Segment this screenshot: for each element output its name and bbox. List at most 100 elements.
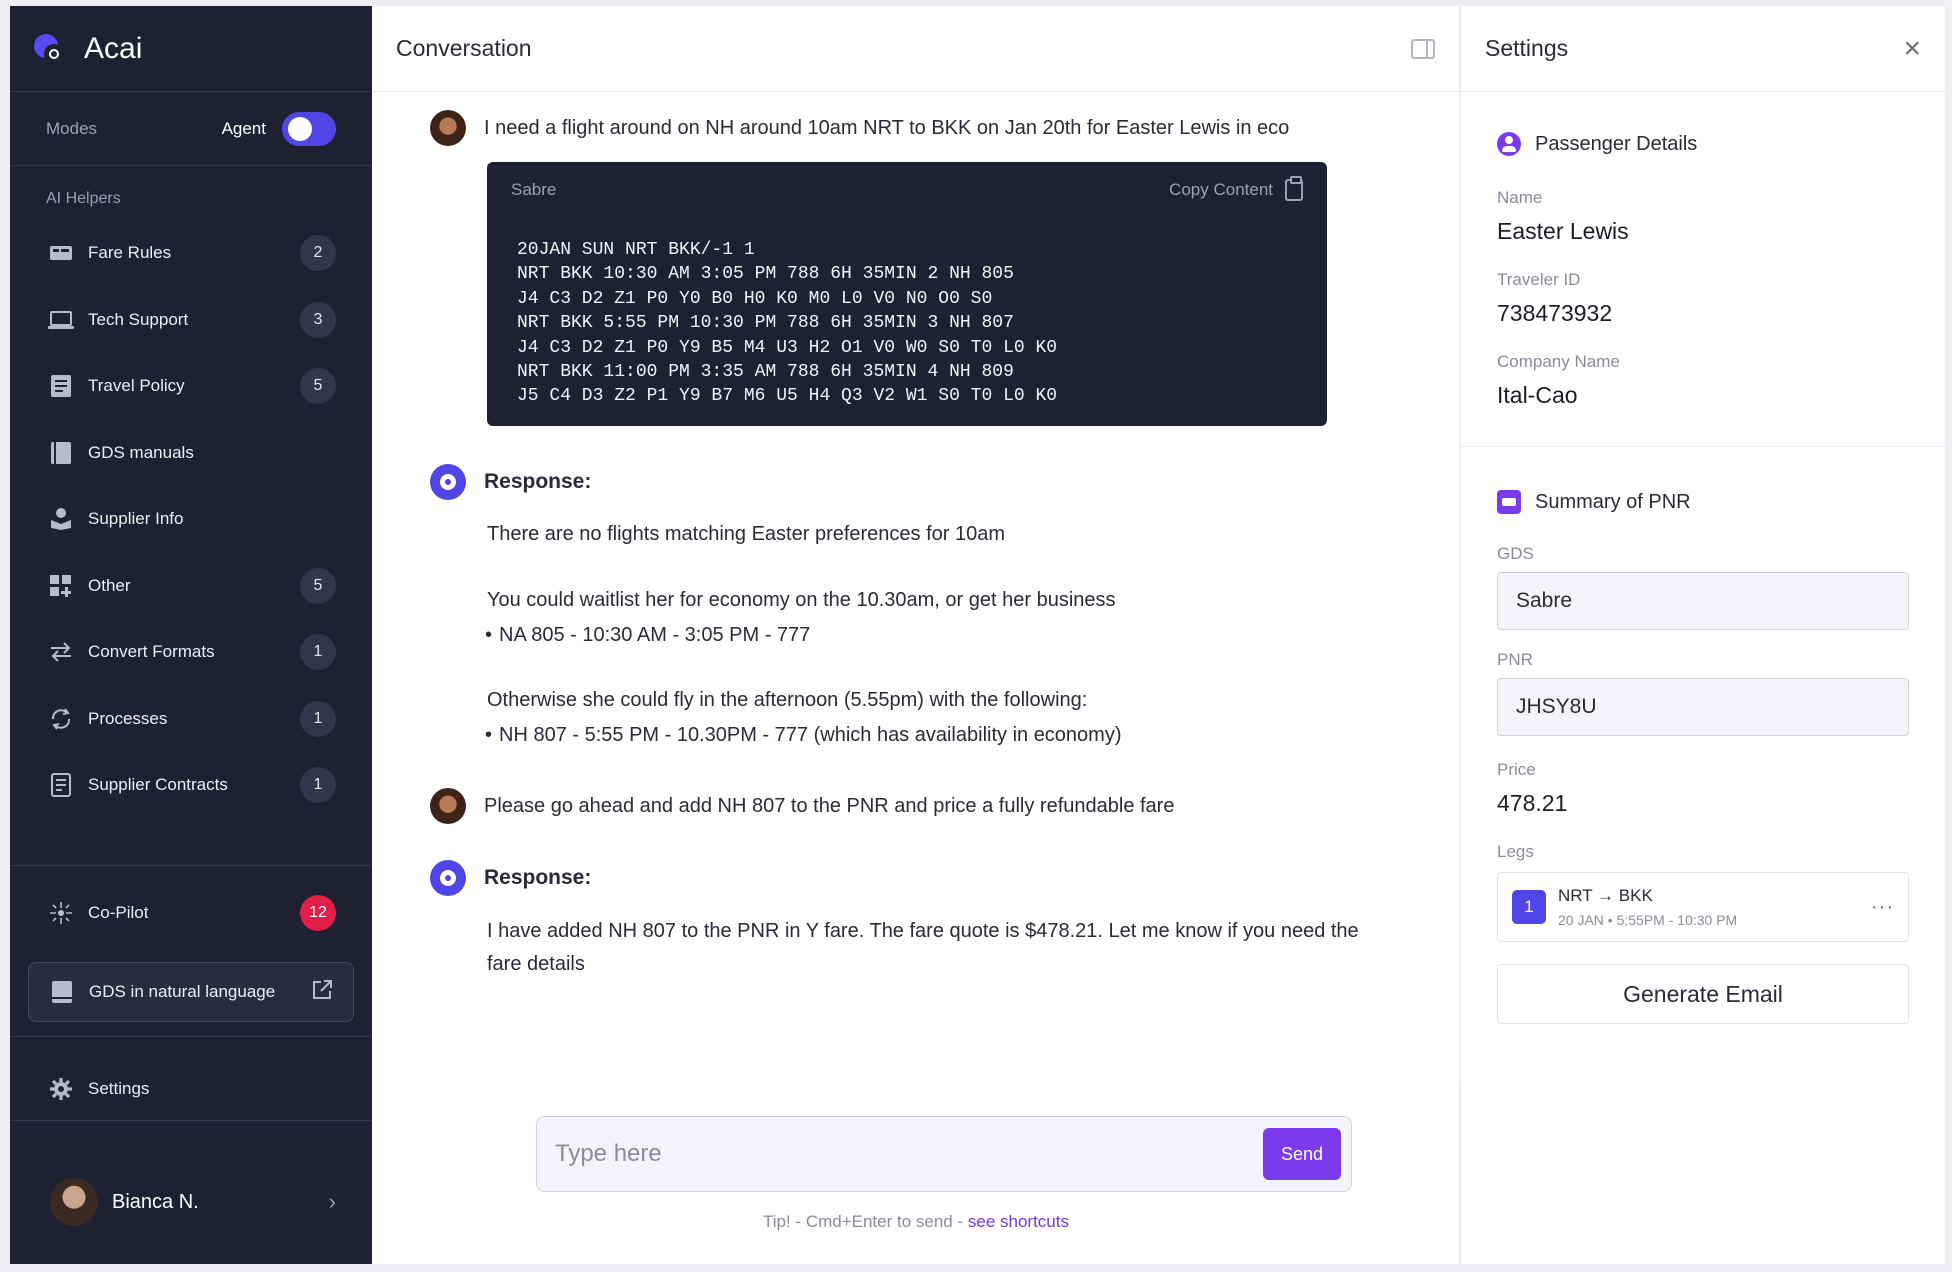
toggle-knob xyxy=(288,116,312,141)
laptop-icon xyxy=(48,307,74,333)
divider xyxy=(10,1120,372,1121)
code-line: J5 C4 D3 Z2 P1 Y9 B7 M6 U5 H4 Q3 V2 W1 S… xyxy=(517,386,1058,407)
user-name: Bianca N. xyxy=(112,1190,199,1213)
chevron-right-icon: › xyxy=(328,1189,336,1214)
copilot-count-badge: 12 xyxy=(300,895,336,931)
copy-content-button[interactable]: Copy Content xyxy=(1169,180,1273,200)
code-line: NRT BKK 11:00 PM 3:35 AM 788 6H 35MIN 4 … xyxy=(517,362,1014,383)
response-text: fare details xyxy=(487,953,585,975)
supplier-icon xyxy=(48,506,74,532)
code-line: NRT BKK 10:30 AM 3:05 PM 788 6H 35MIN 2 … xyxy=(517,264,1014,285)
section-title: Passenger Details xyxy=(1535,132,1698,155)
count-badge: 3 xyxy=(300,301,336,338)
response-text: There are no flights matching Easter pre… xyxy=(487,523,1006,545)
sidebar-item-label: Supplier Contracts xyxy=(88,775,228,795)
fare-rules-icon xyxy=(48,240,74,266)
passenger-name: Easter Lewis xyxy=(1497,218,1629,244)
sidebar-item-label: Travel Policy xyxy=(88,376,185,396)
sidebar-item-copilot[interactable]: Co-Pilot 12 xyxy=(10,880,372,946)
sidebar-item-label: Fare Rules xyxy=(88,243,172,263)
pnr-value: JHSY8U xyxy=(1516,695,1597,718)
price-label: Price xyxy=(1497,760,1536,779)
cycle-icon xyxy=(48,706,74,732)
leg-number: 1 xyxy=(1512,890,1546,924)
gds-link-label: GDS in natural language xyxy=(89,982,276,1001)
leg-card[interactable]: 1 NRT → BKK 20 JAN • 5:55PM - 10:30 PM ·… xyxy=(1497,872,1909,942)
close-icon[interactable]: × xyxy=(1903,33,1921,64)
grid-add-icon xyxy=(48,573,74,599)
assistant-icon xyxy=(430,860,466,896)
company-name: Ital-Cao xyxy=(1497,382,1578,408)
sidebar-item-label: Supplier Info xyxy=(88,509,184,529)
pnr-label: PNR xyxy=(1497,650,1533,669)
code-language: Sabre xyxy=(511,180,557,199)
message-text: Please go ahead and add NH 807 to the PN… xyxy=(484,794,1175,817)
code-block: Sabre Copy Content 20JAN SUN NRT BKK/-1 … xyxy=(487,162,1327,426)
sidebar-item-convert-formats[interactable]: Convert Formats 1 xyxy=(10,619,372,686)
gds-natural-language-button[interactable]: GDS in natural language xyxy=(28,962,354,1022)
leg-route: NRT → BKK xyxy=(1558,886,1653,905)
more-options-icon[interactable]: ··· xyxy=(1871,896,1894,919)
sidebar-item-fare-rules[interactable]: Fare Rules 2 xyxy=(10,220,372,287)
sidebar-item-processes[interactable]: Processes 1 xyxy=(10,686,372,753)
pnr-field[interactable]: JHSY8U xyxy=(1497,678,1909,736)
avatar xyxy=(50,1178,98,1226)
divider xyxy=(10,1036,372,1037)
user-profile[interactable]: Bianca N. › xyxy=(10,1166,372,1238)
generate-email-button[interactable]: Generate Email xyxy=(1497,964,1909,1024)
passenger-details-header: Passenger Details xyxy=(1497,132,1697,156)
external-link-icon xyxy=(311,979,333,1006)
code-line: 20JAN SUN NRT BKK/-1 1 xyxy=(517,240,755,260)
modes-row: Modes Agent xyxy=(10,92,372,166)
sidebar-item-tech-support[interactable]: Tech Support 3 xyxy=(10,287,372,354)
response-bullet: NA 805 - 10:30 AM - 3:05 PM - 777 xyxy=(485,624,810,647)
response-text: Otherwise she could fly in the afternoon… xyxy=(487,689,1088,711)
code-content: 20JAN SUN NRT BKK/-1 1 NRT BKK 10:30 AM 3… xyxy=(487,218,1327,409)
count-badge: 5 xyxy=(300,368,336,405)
leg-info: NRT → BKK 20 JAN • 5:55PM - 10:30 PM xyxy=(1558,886,1871,928)
divider xyxy=(1461,446,1945,447)
tip-text: Tip! - Cmd+Enter to send - see shortcuts xyxy=(372,1212,1460,1232)
sidebar-item-gds-manuals[interactable]: GDS manuals xyxy=(10,420,372,487)
user-message: Please go ahead and add NH 807 to the PN… xyxy=(430,788,1174,824)
message-input[interactable] xyxy=(555,1140,1263,1168)
count-badge: 1 xyxy=(300,700,336,737)
message-composer: Send xyxy=(536,1116,1352,1192)
shortcuts-link[interactable]: see shortcuts xyxy=(968,1212,1069,1231)
ticket-icon xyxy=(1497,490,1521,514)
agent-mode-toggle[interactable] xyxy=(282,111,336,146)
conversation-title: Conversation xyxy=(396,35,532,61)
response-header: Response: xyxy=(430,860,591,896)
sidebar-item-supplier-contracts[interactable]: Supplier Contracts 1 xyxy=(10,752,372,819)
modes-label: Modes xyxy=(46,118,98,138)
traveler-id-label: Traveler ID xyxy=(1497,270,1581,289)
clipboard-icon[interactable] xyxy=(1285,176,1303,201)
panel-divider xyxy=(1459,92,1460,1082)
sidebar-item-supplier-info[interactable]: Supplier Info xyxy=(10,486,372,553)
traveler-id: 738473932 xyxy=(1497,300,1613,326)
sidebar-item-label: Processes xyxy=(88,708,168,728)
user-avatar xyxy=(430,110,466,146)
company-label: Company Name xyxy=(1497,352,1620,371)
sidebar-item-settings[interactable]: Settings xyxy=(10,1056,372,1122)
settings-header: Settings × xyxy=(1461,6,1945,92)
conversation-panel: Conversation I need a flight around on N… xyxy=(372,6,1460,1264)
settings-title: Settings xyxy=(1485,35,1569,61)
gds-field[interactable]: Sabre xyxy=(1497,572,1909,630)
response-bullet: NH 807 - 5:55 PM - 10.30PM - 777 (which … xyxy=(485,724,1121,747)
code-line: NRT BKK 5:55 PM 10:30 PM 788 6H 35MIN 3 … xyxy=(517,313,1014,334)
user-avatar xyxy=(430,788,466,824)
acai-logo-icon xyxy=(32,32,66,66)
send-button[interactable]: Send xyxy=(1263,1128,1341,1180)
gds-value: Sabre xyxy=(1516,589,1573,612)
response-text: I have added NH 807 to the PNR in Y fare… xyxy=(487,920,1359,942)
sidebar-item-label: Tech Support xyxy=(88,309,189,329)
sidebar-item-other[interactable]: Other 5 xyxy=(10,553,372,620)
sidebar-item-travel-policy[interactable]: Travel Policy 5 xyxy=(10,353,372,420)
toggle-panel-icon[interactable] xyxy=(1411,38,1435,59)
tip-prefix: Tip! - Cmd+Enter to send - xyxy=(763,1212,968,1231)
sidebar-item-label: Other xyxy=(88,575,131,595)
sidebar-item-label: Convert Formats xyxy=(88,642,215,662)
message-text: I need a flight around on NH around 10am… xyxy=(484,116,1290,139)
sparkle-icon xyxy=(48,900,74,926)
